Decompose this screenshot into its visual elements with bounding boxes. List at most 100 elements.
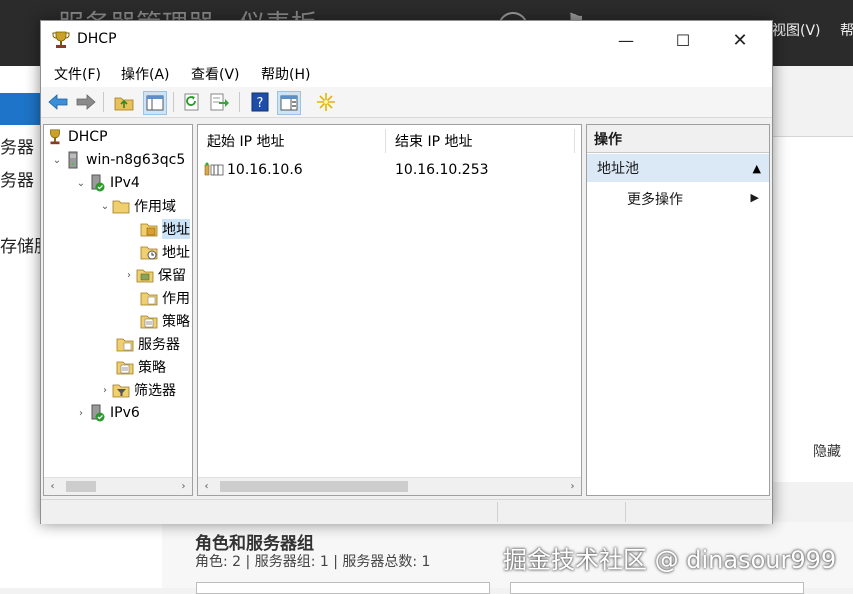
background-menu-view[interactable]: 视图(V) — [772, 20, 821, 40]
tree-label: 服务器 — [138, 337, 180, 353]
tree-node-ipv6[interactable]: › IPv6 — [74, 402, 140, 424]
tree-node-ipv4[interactable]: ⌄ IPv4 — [74, 172, 140, 194]
end-ip-cell: 10.16.10.253 — [395, 162, 489, 178]
title-bar[interactable]: DHCP — ☐ ✕ — [41, 21, 772, 59]
tree-label: 地址 — [162, 219, 190, 239]
chevron-down-icon[interactable]: ⌄ — [98, 201, 112, 212]
console-tree-pane: DHCP ⌄ win-n8g63qc5 ⌄ IPv4 ⌄ 作用域 地址 地址 ›… — [43, 124, 193, 496]
tree-node-scope-policies[interactable]: 策略 — [126, 310, 190, 332]
forward-arrow-icon — [76, 94, 96, 110]
status-bar — [41, 499, 772, 524]
menu-view[interactable]: 查看(V) — [191, 64, 240, 84]
console-tree-icon — [146, 95, 164, 111]
toolbar: ? — [41, 87, 772, 118]
tree-node-policies[interactable]: 策略 — [102, 356, 166, 378]
more-actions-item[interactable]: 更多操作 — [627, 189, 683, 209]
export-list-button[interactable] — [209, 91, 231, 113]
reservations-icon — [136, 269, 154, 283]
tree-node-scope[interactable]: ⌄ 作用域 — [98, 195, 176, 217]
tree-label: IPv4 — [110, 175, 140, 191]
back-button[interactable] — [47, 91, 69, 113]
column-separator[interactable] — [574, 129, 575, 153]
menu-bar: 文件(F) 操作(A) 查看(V) 帮助(H) — [41, 59, 772, 88]
collapse-triangle-icon[interactable]: ▲ — [753, 162, 761, 175]
dhcp-trophy-icon — [52, 31, 70, 48]
background-content-panel — [770, 136, 853, 482]
hide-link[interactable]: 隐藏 — [813, 441, 841, 461]
watermark: 掘金技术社区 @ dinasour999 — [503, 546, 837, 574]
status-separator — [625, 502, 626, 522]
role-card[interactable] — [196, 582, 490, 594]
up-one-level-button[interactable] — [113, 91, 135, 113]
tree-label: 策略 — [162, 314, 190, 330]
tree-label: 筛选器 — [134, 383, 176, 399]
chevron-right-icon[interactable]: › — [74, 408, 88, 419]
ipv6-server-icon — [91, 404, 105, 422]
chevron-down-icon[interactable]: ⌄ — [74, 178, 88, 189]
chevron-down-icon[interactable]: ⌄ — [50, 155, 64, 166]
scrollbar-thumb[interactable] — [66, 481, 96, 492]
refresh-button[interactable] — [181, 91, 203, 113]
window-title: DHCP — [77, 31, 117, 47]
filter-icon — [112, 384, 130, 398]
tree-label: 作用 — [162, 291, 190, 307]
folder-icon — [112, 200, 130, 214]
tree-horizontal-scrollbar[interactable]: ‹ › — [44, 477, 192, 495]
tree-node-server-options[interactable]: 服务器 — [102, 333, 180, 355]
chevron-right-icon[interactable]: › — [122, 270, 136, 281]
chevron-left-icon[interactable]: ‹ — [44, 478, 61, 495]
background-nav-item[interactable]: 务器 — [0, 166, 34, 191]
tree-label: IPv6 — [110, 405, 140, 421]
help-button[interactable]: ? — [249, 91, 271, 113]
show-hide-action-pane-button[interactable] — [277, 91, 301, 115]
dhcp-trophy-icon — [50, 129, 60, 145]
policy-icon — [140, 315, 158, 329]
forward-button[interactable] — [75, 91, 97, 113]
tree-label: 作用域 — [134, 199, 176, 215]
ipv4-server-icon — [91, 174, 105, 192]
background-nav-selected[interactable] — [0, 93, 40, 125]
submenu-triangle-icon: ▶ — [750, 191, 759, 204]
tree-node-scope-options[interactable]: 作用 — [126, 287, 190, 309]
actions-pane: 操作 地址池 ▲ 更多操作 ▶ — [586, 124, 770, 496]
role-card[interactable] — [510, 582, 804, 594]
chevron-left-icon[interactable]: ‹ — [198, 478, 215, 495]
action-pane-icon — [280, 95, 298, 111]
address-leases-icon — [140, 246, 158, 260]
column-header-start-ip[interactable]: 起始 IP 地址 — [207, 125, 284, 157]
dhcp-window: DHCP — ☐ ✕ 文件(F) 操作(A) 查看(V) 帮助(H) ? DHC… — [40, 20, 773, 524]
minimize-button[interactable]: — — [603, 21, 649, 59]
scrollbar-thumb[interactable] — [220, 481, 408, 492]
tree-label: win-n8g63qc5 — [86, 152, 186, 168]
maximize-icon: ☐ — [675, 30, 691, 50]
menu-file[interactable]: 文件(F) — [54, 64, 101, 84]
tree-node-reservations[interactable]: › 保留 — [122, 264, 186, 286]
menu-action[interactable]: 操作(A) — [121, 64, 170, 84]
background-nav-item[interactable]: 务器 — [0, 133, 34, 158]
actions-header: 操作 — [587, 125, 769, 153]
chevron-right-icon[interactable]: › — [98, 385, 112, 396]
tree-node-address-pool[interactable]: 地址 — [126, 218, 190, 240]
new-button[interactable] — [315, 91, 337, 113]
maximize-button[interactable]: ☐ — [660, 21, 706, 59]
tree-node-address-leases[interactable]: 地址 — [126, 241, 190, 263]
tree-label: 地址 — [162, 245, 190, 261]
chevron-right-icon[interactable]: › — [175, 478, 192, 495]
list-horizontal-scrollbar[interactable]: ‹ › — [198, 477, 581, 495]
table-row[interactable]: 10.16.10.6 — [204, 159, 303, 181]
chevron-right-icon[interactable]: › — [564, 478, 581, 495]
close-button[interactable]: ✕ — [717, 21, 763, 59]
tree-node-filters[interactable]: › 筛选器 — [98, 379, 176, 401]
background-menu-help[interactable]: 帮 — [840, 20, 853, 40]
tree-node-dhcp[interactable]: DHCP — [46, 126, 108, 148]
status-separator — [497, 502, 498, 522]
column-separator[interactable] — [385, 129, 386, 153]
actions-section-address-pool[interactable]: 地址池 ▲ — [587, 154, 769, 182]
show-hide-console-tree-button[interactable] — [143, 91, 167, 115]
tree-node-server[interactable]: ⌄ win-n8g63qc5 — [50, 149, 185, 171]
menu-help[interactable]: 帮助(H) — [261, 64, 310, 84]
svg-text:?: ? — [257, 96, 264, 111]
column-header-end-ip[interactable]: 结束 IP 地址 — [395, 125, 472, 157]
scope-options-icon — [140, 292, 158, 306]
tree-label: DHCP — [68, 129, 108, 145]
